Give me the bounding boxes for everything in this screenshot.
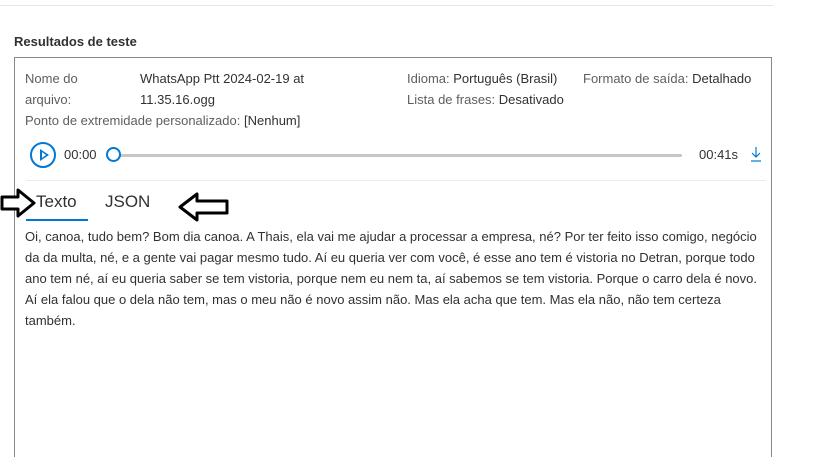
tab-texto[interactable]: Texto [36, 192, 77, 212]
phrase-list: Lista de frases: Desativado [407, 89, 564, 110]
output-format: Formato de saída: Detalhado [583, 68, 751, 89]
section-title: Resultados de teste [14, 34, 137, 49]
seek-handle[interactable] [106, 147, 121, 162]
output-format-label: Formato de saída: [583, 71, 689, 86]
tab-json[interactable]: JSON [105, 192, 150, 212]
player-divider [26, 180, 766, 181]
custom-endpoint-value: [Nenhum] [244, 113, 301, 128]
play-icon[interactable] [30, 142, 56, 168]
duration: 00:41s [699, 147, 739, 162]
top-divider [0, 5, 773, 6]
output-format-value: Detalhado [692, 71, 752, 86]
seek-bar[interactable] [114, 154, 682, 157]
language-value: Português (Brasil) [453, 71, 558, 86]
selected-tab-indicator [26, 219, 88, 221]
arrow-right-icon [0, 188, 36, 218]
transcript-text: Oi, canoa, tudo bem? Bom dia canoa. A Th… [25, 229, 758, 328]
phrase-list-value: Desativado [498, 92, 564, 107]
custom-endpoint-label: Ponto de extremidade personalizado: [25, 113, 241, 128]
custom-endpoint: Ponto de extremidade personalizado: [Nen… [25, 110, 300, 131]
current-time: 00:00 [64, 147, 97, 162]
audio-player: 00:00 00:41s [30, 141, 765, 171]
arrow-left-icon [178, 192, 229, 222]
download-icon[interactable] [750, 145, 762, 163]
language: Idioma: Português (Brasil) [407, 68, 557, 89]
phrase-list-label: Lista de frases: [407, 92, 496, 107]
language-label: Idioma: [407, 71, 450, 86]
file-name-label: Nome do arquivo: [25, 71, 78, 107]
file-name-value: WhatsApp Ptt 2024-02-19 at 11.35.16.ogg [140, 71, 305, 107]
